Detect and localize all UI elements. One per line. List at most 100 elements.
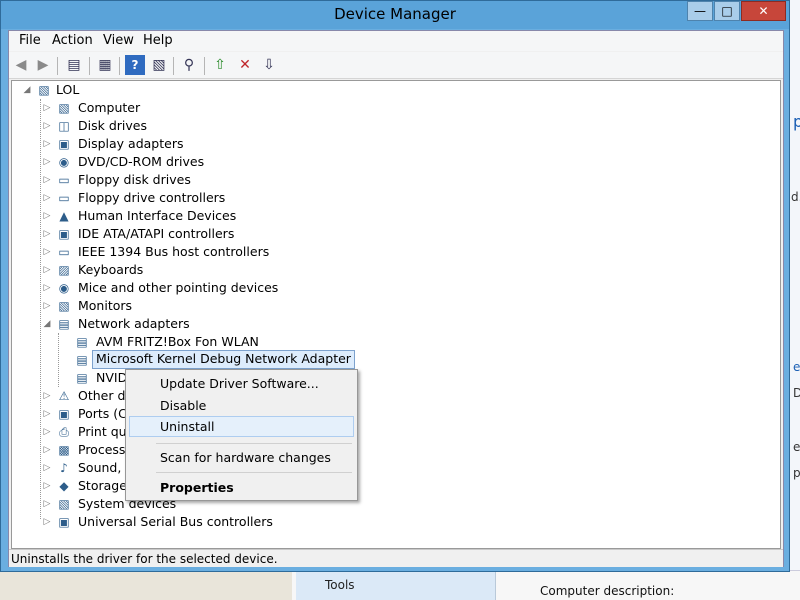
- uninstall-icon[interactable]: ✕: [235, 55, 255, 75]
- computer-icon: ▧: [38, 83, 50, 97]
- tree-item-label: IEEE 1394 Bus host controllers: [78, 244, 270, 259]
- title-bar[interactable]: Device Manager — □ ✕: [1, 1, 789, 29]
- menu-item-update-driver[interactable]: Update Driver Software...: [129, 373, 354, 394]
- expand-arrow-icon[interactable]: ▷: [42, 135, 52, 153]
- tree-item-label: Monitors: [78, 298, 133, 313]
- expand-arrow-icon[interactable]: ▷: [42, 117, 52, 135]
- menu-view[interactable]: View: [97, 33, 140, 48]
- other-device-icon: ⚠: [58, 389, 70, 403]
- tree-guide-line: [40, 99, 41, 519]
- display-adapter-icon: ▣: [58, 137, 70, 151]
- menu-item-scan-hardware[interactable]: Scan for hardware changes: [129, 447, 354, 468]
- collapse-arrow-icon[interactable]: ◢: [22, 81, 32, 99]
- expand-arrow-icon[interactable]: ▷: [42, 423, 52, 441]
- expand-arrow-icon[interactable]: ▷: [42, 207, 52, 225]
- menu-bar: File Action View Help: [9, 31, 783, 51]
- expand-arrow-icon[interactable]: ▷: [42, 243, 52, 261]
- toolbar-separator: [119, 57, 120, 75]
- maximize-button[interactable]: □: [714, 1, 740, 21]
- storage-icon: ◆: [59, 479, 69, 493]
- device-manager-window: Device Manager — □ ✕ File Action View He…: [0, 0, 790, 572]
- window-title: Device Manager: [334, 5, 456, 23]
- menu-item-properties[interactable]: Properties: [129, 477, 354, 498]
- computer-description-label: Computer description:: [540, 584, 675, 598]
- expand-arrow-icon[interactable]: ▷: [42, 387, 52, 405]
- keyboard-icon: ▨: [58, 263, 70, 277]
- network-icon: ▤: [58, 317, 70, 331]
- tree-item-label: Display adapters: [78, 136, 184, 151]
- collapse-arrow-icon[interactable]: ◢: [42, 315, 52, 333]
- expand-arrow-icon[interactable]: ▷: [42, 261, 52, 279]
- expand-arrow-icon[interactable]: ▷: [42, 189, 52, 207]
- computer-icon: ▧: [58, 101, 70, 115]
- tree-item-label: IDE ATA/ATAPI controllers: [78, 226, 235, 241]
- background-fragment: e: [793, 440, 800, 454]
- menu-file[interactable]: File: [13, 33, 47, 48]
- background-fragment: D: [793, 386, 800, 400]
- menu-separator: [156, 443, 352, 444]
- ieee1394-icon: ▭: [58, 245, 70, 259]
- tree-item-label: Floppy disk drives: [78, 172, 191, 187]
- mouse-icon: ◉: [58, 281, 70, 295]
- scan-hardware-icon[interactable]: ⚲: [179, 55, 199, 75]
- background-taskbar-area: [0, 572, 292, 600]
- disable-icon[interactable]: ⇩: [259, 55, 279, 75]
- background-fragment: d.: [791, 190, 800, 204]
- tree-item-label: Computer: [78, 100, 141, 115]
- forward-icon[interactable]: ▶: [33, 55, 53, 75]
- background-fragment: e: [793, 360, 800, 374]
- disk-drive-icon: ◫: [58, 119, 70, 133]
- expand-arrow-icon[interactable]: ▷: [42, 153, 52, 171]
- toolbar: ◀ ▶ ▤ ▦ ? ▧ ⚲ ⇧ ✕ ⇩: [9, 52, 783, 79]
- menu-help[interactable]: Help: [137, 33, 179, 48]
- tree-guide-line: [58, 333, 59, 387]
- tree-root-label: LOL: [56, 82, 80, 97]
- toolbar-separator: [173, 57, 174, 75]
- background-fragment: p: [793, 466, 800, 480]
- expand-arrow-icon[interactable]: ▷: [42, 225, 52, 243]
- expand-arrow-icon[interactable]: ▷: [42, 279, 52, 297]
- background-fragment: p: [793, 112, 800, 131]
- network-adapter-icon: ▤: [76, 335, 88, 349]
- update-driver-icon[interactable]: ⇧: [210, 55, 230, 75]
- monitor-icon: ▧: [58, 299, 70, 313]
- expand-arrow-icon[interactable]: ▷: [42, 513, 52, 531]
- show-hide-console-tree-icon[interactable]: ▤: [64, 55, 84, 75]
- close-button[interactable]: ✕: [741, 1, 786, 21]
- properties-icon[interactable]: ▦: [95, 55, 115, 75]
- tree-item-label: AVM FRITZ!Box Fon WLAN: [96, 334, 259, 349]
- tree-item-label: Keyboards: [78, 262, 144, 277]
- hid-icon: ▲: [59, 209, 69, 223]
- tree-item-label: Network adapters: [78, 316, 190, 331]
- minimize-button[interactable]: —: [687, 1, 713, 21]
- menu-item-uninstall[interactable]: Uninstall: [129, 416, 354, 437]
- tree-item-label: DVD/CD-ROM drives: [78, 154, 205, 169]
- expand-arrow-icon[interactable]: ▷: [42, 459, 52, 477]
- expand-arrow-icon[interactable]: ▷: [42, 99, 52, 117]
- back-icon[interactable]: ◀: [11, 55, 31, 75]
- floppy-controller-icon: ▭: [58, 191, 70, 205]
- expand-arrow-icon[interactable]: ▷: [42, 171, 52, 189]
- menu-separator: [156, 472, 352, 473]
- tree-item-label: Human Interface Devices: [78, 208, 237, 223]
- tree-item-label: Universal Serial Bus controllers: [78, 514, 273, 529]
- tree-item-label: Microsoft Kernel Debug Network Adapter: [92, 350, 355, 369]
- status-bar: Uninstalls the driver for the selected d…: [9, 549, 783, 567]
- tools-link[interactable]: Tools: [325, 578, 355, 592]
- expand-arrow-icon[interactable]: ▷: [42, 477, 52, 495]
- menu-action[interactable]: Action: [46, 33, 99, 48]
- network-adapter-icon: ▤: [76, 371, 88, 385]
- expand-arrow-icon[interactable]: ▷: [42, 297, 52, 315]
- tree-item-label: Floppy drive controllers: [78, 190, 226, 205]
- tree-item-label: Disk drives: [78, 118, 147, 133]
- help-icon[interactable]: ?: [125, 55, 145, 75]
- expand-arrow-icon[interactable]: ▷: [42, 405, 52, 423]
- network-adapter-icon: ▤: [76, 353, 88, 367]
- floppy-drive-icon: ▭: [58, 173, 70, 187]
- toolbar-separator: [204, 57, 205, 75]
- expand-arrow-icon[interactable]: ▷: [42, 495, 52, 513]
- processor-icon: ▩: [58, 443, 70, 457]
- expand-arrow-icon[interactable]: ▷: [42, 441, 52, 459]
- show-action-pane-icon[interactable]: ▧: [149, 55, 169, 75]
- menu-item-disable[interactable]: Disable: [129, 395, 354, 416]
